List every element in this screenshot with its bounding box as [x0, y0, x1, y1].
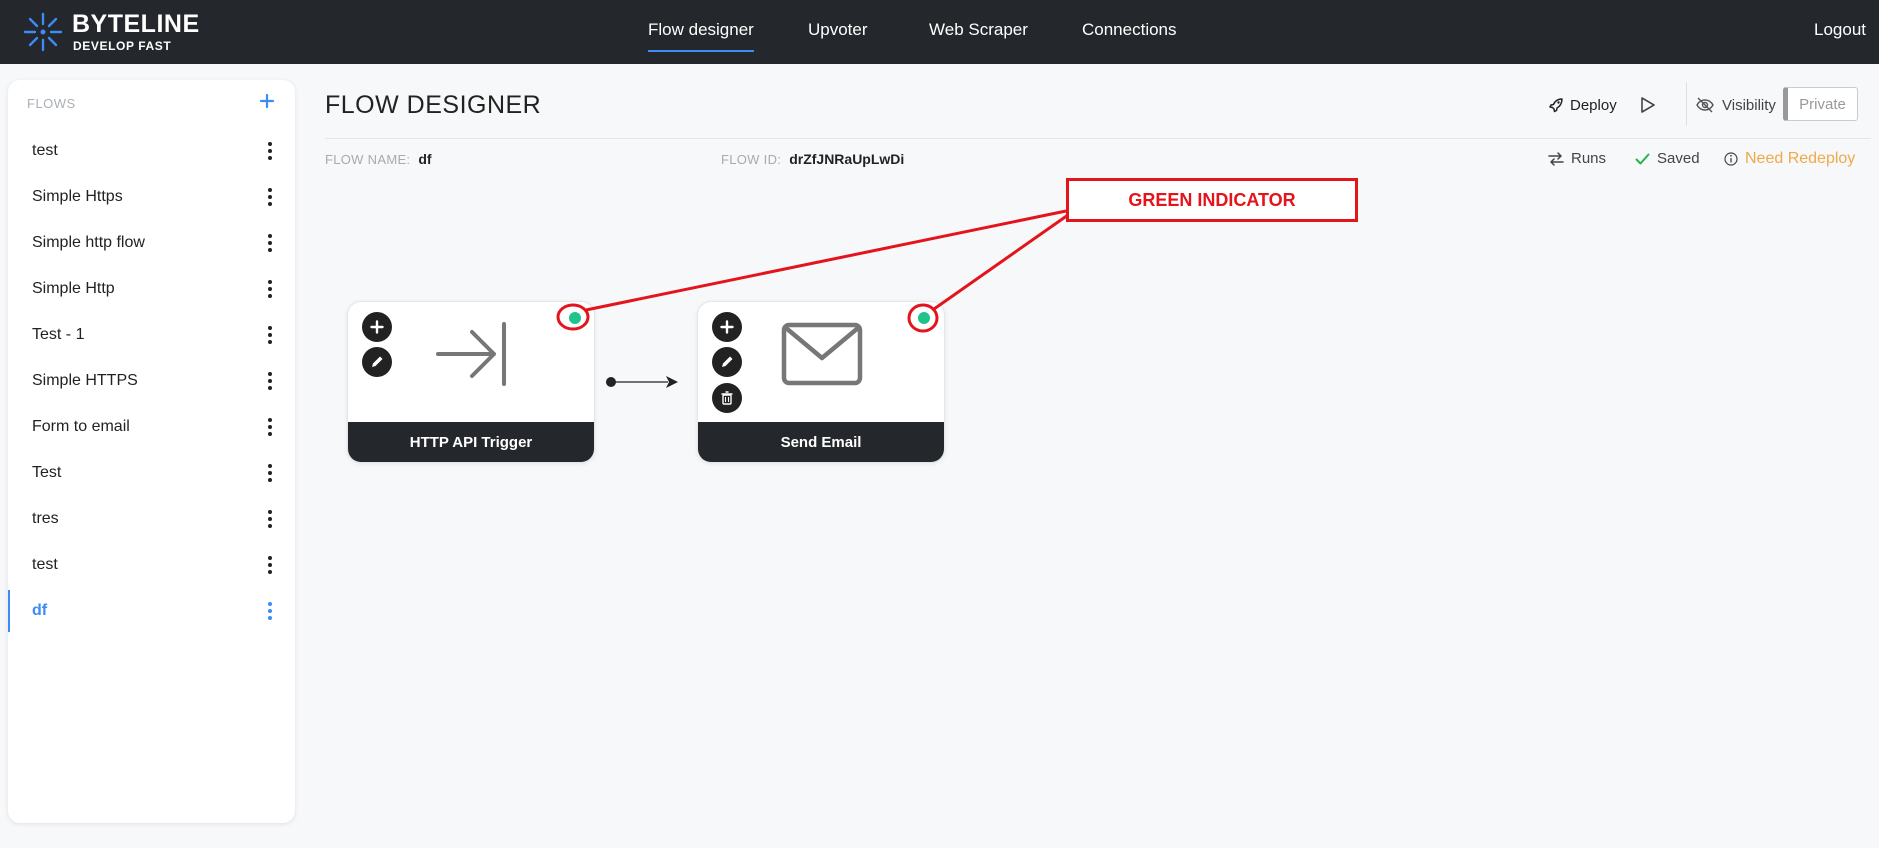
redeploy-label: Need Redeploy	[1745, 150, 1856, 167]
flow-item-label: Simple Http	[32, 280, 115, 297]
header-divider	[325, 138, 1871, 139]
more-vertical-icon[interactable]	[267, 142, 273, 160]
flows-header-label: FLOWS	[27, 96, 76, 111]
flow-item-label: Simple Https	[32, 188, 123, 205]
deploy-button[interactable]: Deploy	[1548, 88, 1617, 122]
flow-item[interactable]: Test	[8, 450, 295, 496]
delete-node-button[interactable]	[712, 383, 742, 413]
status-indicator-green	[918, 312, 930, 324]
flow-item[interactable]: test	[8, 542, 295, 588]
logout-link[interactable]: Logout	[1814, 20, 1866, 40]
flow-id-key: FLOW ID:	[721, 152, 782, 167]
node-connector-arrow	[606, 376, 678, 388]
eye-slash-icon	[1696, 97, 1714, 113]
flow-item-label: Test - 1	[32, 326, 85, 343]
annotation-line	[933, 213, 1069, 311]
flow-item[interactable]: Test - 1	[8, 312, 295, 358]
trash-icon	[721, 391, 733, 405]
byteline-logo-icon	[23, 12, 63, 52]
more-vertical-icon[interactable]	[267, 372, 273, 390]
flow-name-key: FLOW NAME:	[325, 152, 411, 167]
more-vertical-icon[interactable]	[267, 188, 273, 206]
status-indicator-green	[569, 312, 581, 324]
node-title: HTTP API Trigger	[348, 422, 594, 462]
flow-item-label: test	[32, 556, 58, 573]
nav-web-scraper[interactable]: Web Scraper	[929, 20, 1028, 40]
run-button[interactable]	[1640, 88, 1656, 122]
nav-connections[interactable]: Connections	[1082, 20, 1177, 40]
pencil-icon	[372, 356, 383, 367]
more-vertical-icon[interactable]	[267, 234, 273, 252]
node-title: Send Email	[698, 422, 944, 462]
flow-item[interactable]: Form to email	[8, 404, 295, 450]
top-navbar: BYTELINE DEVELOP FAST Flow designer Upvo…	[0, 0, 1879, 64]
annotation-line	[585, 209, 1067, 312]
flow-item-label: Simple HTTPS	[32, 372, 138, 389]
more-vertical-icon[interactable]	[267, 280, 273, 298]
brand-tagline: DEVELOP FAST	[73, 39, 172, 53]
flow-item-label: df	[32, 602, 48, 619]
saved-label: Saved	[1657, 150, 1700, 167]
plus-icon	[720, 320, 734, 334]
brand-logo[interactable]: BYTELINE DEVELOP FAST	[22, 10, 200, 54]
visibility-label: Visibility	[1722, 96, 1776, 114]
edit-node-button[interactable]	[362, 347, 392, 377]
pencil-icon	[722, 356, 733, 367]
nav-upvoter[interactable]: Upvoter	[808, 20, 868, 40]
green-indicator-callout: GREEN INDICATOR	[1066, 178, 1358, 222]
add-step-button[interactable]	[712, 312, 742, 342]
page-title: FLOW DESIGNER	[325, 91, 542, 119]
exchange-arrows-icon	[1548, 151, 1564, 166]
flow-item-label: tres	[32, 510, 59, 527]
flow-item[interactable]: Simple Http	[8, 266, 295, 312]
more-vertical-icon[interactable]	[267, 418, 273, 436]
plus-icon	[259, 93, 275, 109]
more-vertical-icon[interactable]	[267, 510, 273, 528]
runs-button[interactable]: Runs	[1548, 150, 1606, 167]
node-http-api-trigger[interactable]: HTTP API Trigger	[347, 301, 595, 463]
flow-item[interactable]: tres	[8, 496, 295, 542]
info-circle-icon	[1724, 152, 1738, 166]
play-icon	[1641, 97, 1655, 113]
flow-id-value: drZfJNRaUpLwDi	[789, 151, 905, 167]
private-toggle[interactable]: Private	[1783, 87, 1858, 121]
add-flow-button[interactable]	[259, 90, 275, 114]
need-redeploy-link[interactable]: Need Redeploy	[1724, 150, 1855, 168]
add-step-button[interactable]	[362, 312, 392, 342]
arrow-to-line-icon	[436, 322, 506, 386]
rocket-icon	[1549, 98, 1563, 113]
node-send-email[interactable]: Send Email	[697, 301, 945, 463]
flow-name-meta: FLOW NAME: df	[325, 151, 432, 167]
flow-id-meta: FLOW ID: drZfJNRaUpLwDi	[721, 151, 904, 167]
flows-sidebar: FLOWS test Simple Https Simple http flow…	[8, 80, 295, 823]
visibility-control: Visibility	[1696, 88, 1776, 122]
saved-status: Saved	[1635, 150, 1700, 167]
flow-list: test Simple Https Simple http flow Simpl…	[8, 128, 295, 634]
flow-item-label: Simple http flow	[32, 234, 145, 251]
flow-name-value: df	[418, 151, 432, 167]
deploy-label: Deploy	[1570, 96, 1617, 114]
more-vertical-icon[interactable]	[267, 464, 273, 482]
more-vertical-icon[interactable]	[267, 326, 273, 344]
more-vertical-icon[interactable]	[267, 602, 273, 620]
toolbar-divider	[1686, 82, 1687, 126]
brand-name: BYTELINE	[72, 10, 200, 38]
plus-icon	[370, 320, 384, 334]
flow-item[interactable]: test	[8, 128, 295, 174]
envelope-icon	[781, 322, 863, 386]
flow-item[interactable]: Simple Https	[8, 174, 295, 220]
more-vertical-icon[interactable]	[267, 556, 273, 574]
check-icon	[1635, 153, 1650, 164]
flow-item-active[interactable]: df	[8, 588, 295, 634]
flow-item-label: Test	[32, 464, 62, 481]
flow-item[interactable]: Simple http flow	[8, 220, 295, 266]
flow-item-label: Form to email	[32, 418, 130, 435]
nav-flow-designer[interactable]: Flow designer	[648, 20, 754, 52]
flow-item[interactable]: Simple HTTPS	[8, 358, 295, 404]
edit-node-button[interactable]	[712, 347, 742, 377]
flow-item-label: test	[32, 142, 58, 159]
flows-header: FLOWS	[27, 93, 279, 115]
runs-label: Runs	[1571, 150, 1607, 167]
